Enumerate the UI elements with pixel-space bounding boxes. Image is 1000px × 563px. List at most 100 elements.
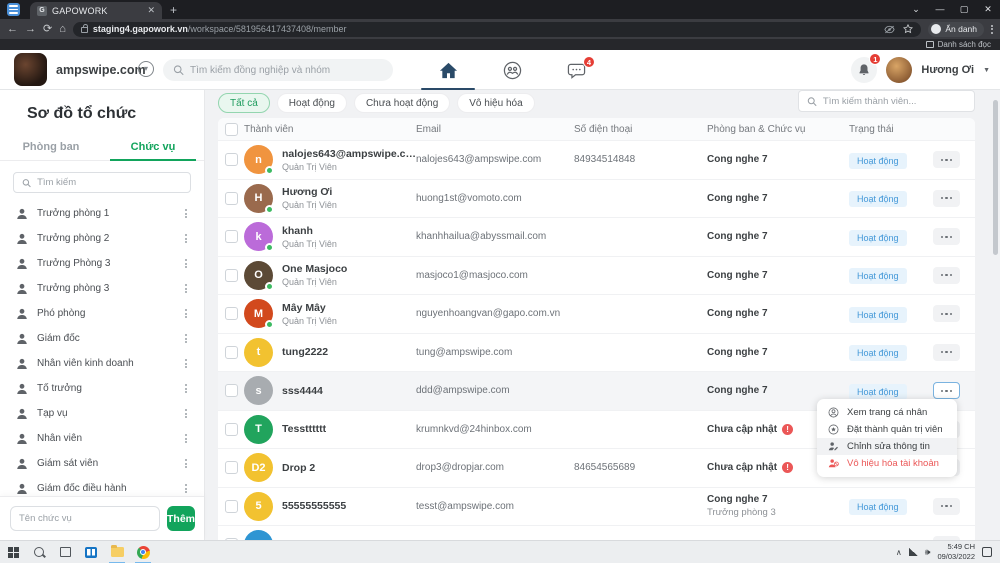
reading-mode-icon[interactable] bbox=[884, 25, 895, 34]
table-row[interactable]: n nalojes643@ampswipe.com Quản Trị Viên … bbox=[218, 140, 975, 179]
sidebar-position-item[interactable]: Trưởng phòng 3 bbox=[0, 276, 204, 301]
member-name[interactable]: One Masjoco bbox=[282, 263, 347, 275]
sidebar-position-item[interactable]: Trưởng phòng 1 bbox=[0, 201, 204, 226]
sidebar-search[interactable] bbox=[13, 172, 191, 193]
filter-chip[interactable]: Tất cả bbox=[218, 93, 270, 113]
row-checkbox[interactable] bbox=[225, 269, 238, 282]
row-actions-button[interactable] bbox=[933, 344, 960, 361]
new-tab-button[interactable]: + bbox=[170, 3, 177, 17]
incognito-badge[interactable]: Ẩn danh bbox=[928, 22, 984, 37]
position-menu-icon[interactable] bbox=[182, 356, 190, 371]
sidebar-position-item[interactable]: Giám sát viên bbox=[0, 451, 204, 476]
row-checkbox[interactable] bbox=[225, 500, 238, 513]
close-button[interactable]: ✕ bbox=[976, 0, 1000, 19]
taskbar-search-button[interactable] bbox=[26, 541, 52, 563]
member-name[interactable]: Hương Ơi bbox=[282, 186, 337, 198]
select-all-checkbox[interactable] bbox=[225, 123, 238, 136]
nav-people-tab[interactable] bbox=[492, 50, 532, 90]
clock[interactable]: 5:49 CH 09/03/2022 bbox=[937, 542, 975, 562]
workspace-name[interactable]: ampswipe.com bbox=[56, 63, 146, 77]
file-explorer-icon[interactable] bbox=[104, 541, 130, 563]
reading-list-label[interactable]: Danh sách đọc bbox=[938, 40, 991, 49]
page-scrollbar[interactable] bbox=[993, 100, 998, 255]
row-actions-button[interactable] bbox=[933, 305, 960, 322]
row-checkbox[interactable] bbox=[225, 384, 238, 397]
workspace-switcher-icon[interactable]: ▾ bbox=[138, 61, 154, 77]
home-button[interactable]: ⌂ bbox=[59, 24, 66, 35]
sidebar-position-item[interactable]: Tạp vụ bbox=[0, 401, 204, 426]
table-row[interactable] bbox=[218, 525, 975, 540]
row-checkbox[interactable] bbox=[225, 346, 238, 359]
chrome-icon[interactable] bbox=[130, 541, 156, 563]
sidebar-position-item[interactable]: Trưởng phòng 2 bbox=[0, 226, 204, 251]
filter-chip[interactable]: Chưa hoạt động bbox=[354, 93, 450, 113]
position-menu-icon[interactable] bbox=[182, 231, 190, 246]
bookmark-star-icon[interactable] bbox=[903, 24, 913, 34]
start-button[interactable] bbox=[0, 541, 26, 563]
user-avatar[interactable] bbox=[886, 57, 912, 83]
table-row[interactable]: k khanh Quản Trị Viên khanhhailua@abyssm… bbox=[218, 217, 975, 256]
member-name[interactable]: tung2222 bbox=[282, 346, 328, 358]
volume-icon[interactable]: 🕪 bbox=[925, 547, 931, 558]
filter-chip[interactable]: Hoạt động bbox=[277, 93, 347, 113]
add-position-button[interactable]: Thêm bbox=[167, 506, 195, 531]
global-search-input[interactable] bbox=[190, 65, 383, 76]
row-checkbox[interactable] bbox=[225, 461, 238, 474]
member-name[interactable]: 55555555555 bbox=[282, 500, 346, 512]
row-actions-button[interactable] bbox=[933, 151, 960, 168]
sidebar-position-item[interactable]: Phó phòng bbox=[0, 301, 204, 326]
task-view-button[interactable] bbox=[52, 541, 78, 563]
row-checkbox[interactable] bbox=[225, 192, 238, 205]
notification-center-icon[interactable] bbox=[982, 547, 992, 557]
browser-logo-icon[interactable] bbox=[7, 3, 20, 16]
context-menu-item[interactable]: Chỉnh sửa thông tin bbox=[817, 438, 957, 455]
network-icon[interactable] bbox=[909, 548, 918, 556]
member-name[interactable]: Mây Mây bbox=[282, 302, 337, 314]
workspace-logo[interactable] bbox=[14, 53, 47, 86]
row-checkbox[interactable] bbox=[225, 230, 238, 243]
member-name[interactable]: Drop 2 bbox=[282, 462, 315, 474]
sidebar-position-item[interactable]: Tổ trưởng bbox=[0, 376, 204, 401]
table-row[interactable]: H Hương Ơi Quản Trị Viên huong1st@vomoto… bbox=[218, 179, 975, 218]
table-row[interactable]: 5 55555555555 tesst@ampswipe.com Cong ng… bbox=[218, 487, 975, 526]
nav-home-tab[interactable] bbox=[428, 50, 468, 90]
position-menu-icon[interactable] bbox=[182, 406, 190, 421]
table-row[interactable]: O One Masjoco Quản Trị Viên masjoco1@mas… bbox=[218, 256, 975, 295]
member-name[interactable]: sss4444 bbox=[282, 385, 323, 397]
browser-menu-button[interactable] bbox=[991, 25, 993, 34]
tab-chuc-vu[interactable]: Chức vụ bbox=[102, 135, 204, 160]
row-checkbox[interactable] bbox=[225, 153, 238, 166]
new-position-input[interactable] bbox=[10, 506, 160, 531]
row-actions-button[interactable] bbox=[933, 267, 960, 284]
context-menu-item[interactable]: Xem trang cá nhân bbox=[817, 404, 957, 421]
minimize-button[interactable]: — bbox=[928, 0, 952, 19]
position-menu-icon[interactable] bbox=[182, 206, 190, 221]
member-name[interactable]: khanh bbox=[282, 225, 337, 237]
address-bar[interactable]: staging4.gapowork.vn/workspace/581956417… bbox=[73, 22, 921, 37]
window-dropdown-icon[interactable]: ⌄ bbox=[904, 0, 928, 19]
filter-chip[interactable]: Vô hiệu hóa bbox=[457, 93, 534, 113]
position-menu-icon[interactable] bbox=[182, 331, 190, 346]
forward-button[interactable]: → bbox=[25, 24, 36, 35]
browser-tab[interactable]: G GAPOWORK ✕ bbox=[30, 2, 162, 19]
member-name[interactable]: nalojes643@ampswipe.com bbox=[282, 148, 416, 160]
row-actions-button[interactable] bbox=[933, 190, 960, 207]
context-menu-item[interactable]: Vô hiệu hóa tài khoản bbox=[817, 455, 957, 472]
reload-button[interactable]: ⟳ bbox=[43, 24, 52, 35]
position-menu-icon[interactable] bbox=[182, 456, 190, 471]
position-menu-icon[interactable] bbox=[182, 431, 190, 446]
row-checkbox[interactable] bbox=[225, 307, 238, 320]
position-menu-icon[interactable] bbox=[182, 306, 190, 321]
position-menu-icon[interactable] bbox=[182, 256, 190, 271]
global-search[interactable] bbox=[163, 59, 393, 81]
tab-phong-ban[interactable]: Phòng ban bbox=[0, 135, 102, 160]
sidebar-position-item[interactable]: Trưởng Phòng 3 bbox=[0, 251, 204, 276]
sidebar-position-item[interactable]: Giám đốc bbox=[0, 326, 204, 351]
notifications-button[interactable]: 1 bbox=[851, 57, 877, 83]
member-search[interactable] bbox=[798, 90, 975, 112]
table-row[interactable]: M Mây Mây Quản Trị Viên nguyenhoangvan@g… bbox=[218, 294, 975, 333]
row-checkbox[interactable] bbox=[225, 423, 238, 436]
row-actions-button[interactable] bbox=[933, 382, 960, 399]
position-menu-icon[interactable] bbox=[182, 381, 190, 396]
position-menu-icon[interactable] bbox=[182, 281, 190, 296]
